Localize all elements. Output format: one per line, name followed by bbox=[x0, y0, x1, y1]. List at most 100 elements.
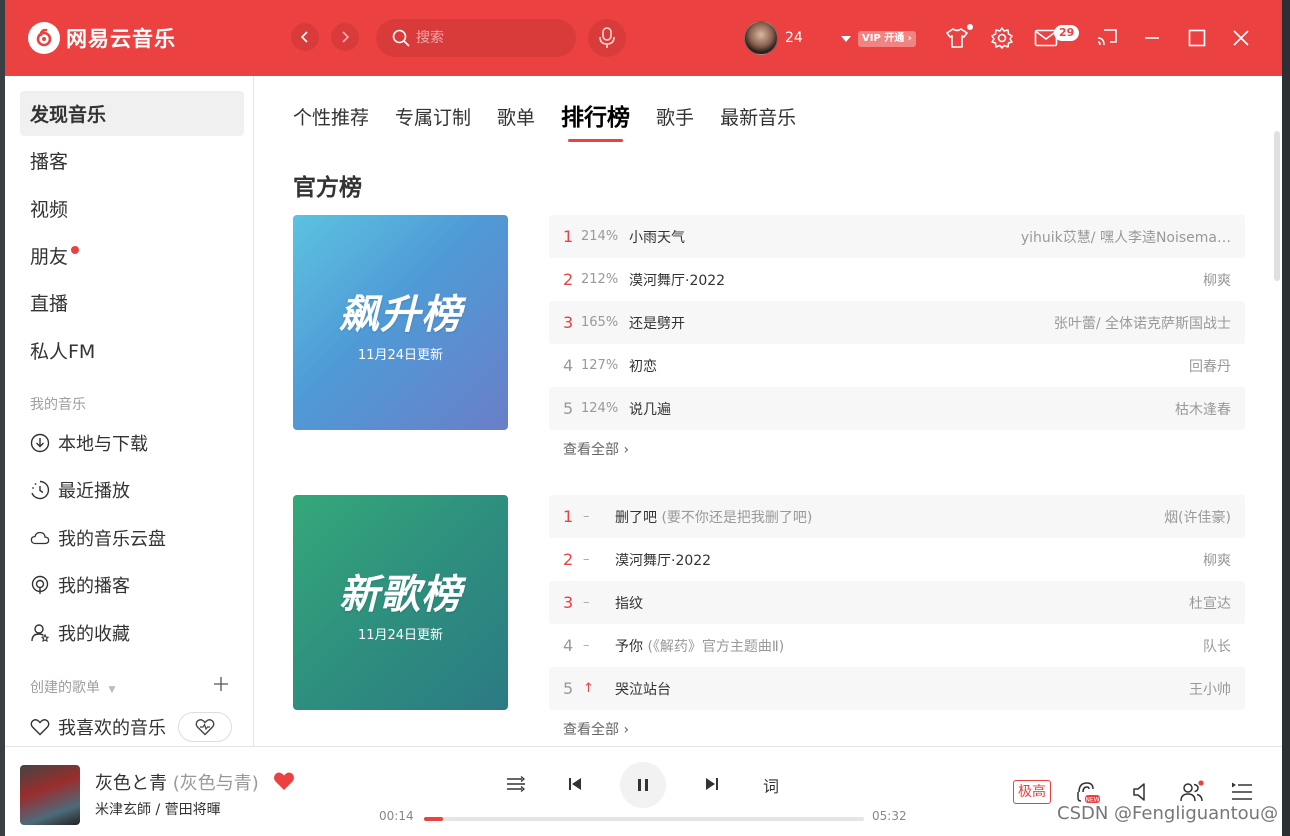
song-title-cell: 漠河舞厅·2022 bbox=[615, 550, 1203, 570]
tab-new-music[interactable]: 最新音乐 bbox=[720, 104, 796, 132]
tab-personal-recommend[interactable]: 个性推荐 bbox=[293, 104, 369, 132]
sidebar-item-label: 视频 bbox=[30, 199, 69, 221]
sidebar-item-cloud[interactable]: 我的音乐云盘 bbox=[30, 523, 166, 553]
sidebar-item-video[interactable]: 视频 bbox=[20, 186, 244, 231]
heart-outline-icon bbox=[30, 717, 50, 737]
sound-quality-button[interactable]: 极高 bbox=[1013, 780, 1051, 804]
chevron-left-icon bbox=[300, 31, 308, 43]
view-all-new-songs-link[interactable]: 查看全部 › bbox=[563, 719, 629, 739]
table-row[interactable]: 1 – 删了吧 (要不你还是把我删了吧) 烟(许佳豪) bbox=[549, 495, 1245, 538]
netease-logo-icon bbox=[28, 22, 60, 54]
heartbeat-mode-button[interactable] bbox=[178, 712, 232, 742]
song-title-cell: 予你 (《解药》官方主题曲Ⅱ) bbox=[615, 636, 1203, 656]
search-input[interactable] bbox=[416, 30, 566, 46]
table-row[interactable]: 5 124% 说几遍 枯木逢春 bbox=[549, 387, 1245, 430]
table-row[interactable]: 2 212% 漠河舞厅·2022 柳爽 bbox=[549, 258, 1245, 301]
artist-name[interactable]: yihuik苡慧/ 嘿人李逵Noisema… bbox=[1021, 227, 1231, 247]
song-name: 灰色と青 bbox=[95, 773, 167, 794]
sidebar-item-label: 朋友 bbox=[30, 246, 69, 268]
minimize-button[interactable] bbox=[1140, 26, 1164, 50]
artist-name[interactable]: 张叶蕾/ 全体诺克萨斯国战士 bbox=[1054, 313, 1231, 333]
song-name: 初恋 bbox=[629, 358, 657, 375]
rank-trend: – bbox=[583, 552, 590, 567]
progress-bar[interactable] bbox=[424, 817, 864, 821]
forward-button[interactable] bbox=[331, 23, 359, 51]
collection-icon bbox=[30, 623, 50, 643]
tab-exclusive[interactable]: 专属订制 bbox=[395, 104, 471, 132]
mini-mode-button[interactable] bbox=[1095, 26, 1119, 50]
table-row[interactable]: 1 214% 小雨天气 yihuik苡慧/ 嘿人李逵Noisema… bbox=[549, 215, 1245, 258]
sidebar-item-podcast[interactable]: 播客 bbox=[20, 138, 244, 183]
table-row[interactable]: 3 – 指纹 杜宣达 bbox=[549, 581, 1245, 624]
view-all-soaring-link[interactable]: 查看全部 › bbox=[563, 439, 629, 459]
sidebar-item-collection[interactable]: 我的收藏 bbox=[30, 618, 130, 648]
voice-search-button[interactable] bbox=[588, 19, 626, 57]
sidebar-item-personal-fm[interactable]: 私人FM bbox=[20, 328, 244, 373]
previous-track-button[interactable] bbox=[563, 772, 587, 796]
song-name: 予你 bbox=[615, 638, 643, 655]
table-row[interactable]: 4 127% 初恋 回春丹 bbox=[549, 344, 1245, 387]
artist-name[interactable]: 柳爽 bbox=[1203, 550, 1231, 570]
sidebar-item-my-podcast[interactable]: 我的播客 bbox=[30, 570, 130, 600]
listen-together-button[interactable] bbox=[1179, 779, 1205, 805]
user-avatar[interactable] bbox=[744, 21, 778, 55]
artist-name[interactable]: 王小帅 bbox=[1189, 679, 1231, 699]
app-logo[interactable]: 网易云音乐 bbox=[28, 22, 176, 54]
table-row[interactable]: 4 – 予你 (《解药》官方主题曲Ⅱ) 队长 bbox=[549, 624, 1245, 667]
maximize-icon bbox=[1188, 29, 1206, 47]
skin-button[interactable] bbox=[945, 24, 973, 50]
chart-cover-soaring[interactable]: 飙升榜 11月24日更新 bbox=[293, 215, 508, 430]
tab-playlists[interactable]: 歌单 bbox=[497, 104, 535, 132]
expand-caret-icon: ▼ bbox=[108, 685, 116, 695]
table-row[interactable]: 2 – 漠河舞厅·2022 柳爽 bbox=[549, 538, 1245, 581]
rank-trend: – bbox=[583, 638, 590, 653]
rank-trend-up-icon: ↑ bbox=[583, 681, 594, 696]
album-cover[interactable] bbox=[20, 765, 80, 825]
main-scrollbar[interactable] bbox=[1274, 131, 1280, 281]
artist-name[interactable]: 烟(许佳豪) bbox=[1164, 507, 1231, 527]
play-pause-button[interactable] bbox=[620, 762, 666, 808]
sidebar-item-local-download[interactable]: 本地与下载 bbox=[30, 428, 148, 458]
artist-name[interactable]: 杜宣达 bbox=[1189, 593, 1231, 613]
tab-artists[interactable]: 歌手 bbox=[656, 104, 694, 132]
sidebar-item-live[interactable]: 直播 bbox=[20, 280, 244, 325]
user-menu-caret-icon[interactable] bbox=[841, 36, 851, 42]
maximize-button[interactable] bbox=[1185, 26, 1209, 50]
close-button[interactable] bbox=[1229, 26, 1253, 50]
like-heart-icon[interactable] bbox=[273, 771, 295, 791]
sidebar-item-recent[interactable]: 最近播放 bbox=[30, 475, 130, 505]
sidebar-item-discover[interactable]: 发现音乐 bbox=[20, 91, 244, 136]
friends-notification-dot bbox=[71, 245, 80, 254]
tab-charts[interactable]: 排行榜 bbox=[561, 104, 630, 142]
next-track-button[interactable] bbox=[700, 772, 724, 796]
artist-name[interactable]: 回春丹 bbox=[1189, 356, 1231, 376]
rank-number: 1 bbox=[563, 227, 574, 246]
sidebar-item-liked-music[interactable]: 我喜欢的音乐 bbox=[30, 712, 232, 742]
playlist-queue-button[interactable] bbox=[1229, 779, 1255, 805]
artist-name[interactable]: 枯木逢春 bbox=[1175, 399, 1231, 419]
song-alias: (灰色与青) bbox=[167, 773, 259, 794]
rank-change-percent: 212% bbox=[581, 272, 619, 287]
table-row[interactable]: 5 ↑ 哭泣站台 王小帅 bbox=[549, 667, 1245, 710]
username[interactable]: 24 bbox=[785, 30, 803, 46]
now-playing-artist[interactable]: 米津玄師 / 菅田将暉 bbox=[95, 799, 221, 819]
now-playing-title[interactable]: 灰色と青 (灰色与青) bbox=[95, 769, 259, 795]
chart-cover-new-songs[interactable]: 新歌榜 11月24日更新 bbox=[293, 495, 508, 710]
artist-name[interactable]: 柳爽 bbox=[1203, 270, 1231, 290]
artist-name[interactable]: 队长 bbox=[1203, 636, 1231, 656]
volume-button[interactable] bbox=[1129, 779, 1155, 805]
sidebar-item-label: 发现音乐 bbox=[30, 104, 107, 126]
add-playlist-icon[interactable] bbox=[213, 676, 229, 692]
vip-badge[interactable]: VIP 开通 › bbox=[858, 31, 916, 47]
search-box[interactable] bbox=[376, 19, 576, 57]
created-playlists-header[interactable]: 创建的歌单 ▼ bbox=[30, 677, 115, 697]
lyrics-button[interactable]: 词 bbox=[763, 773, 779, 797]
sidebar-item-friends[interactable]: 朋友 bbox=[20, 233, 244, 278]
table-row[interactable]: 3 165% 还是劈开 张叶蕾/ 全体诺克萨斯国战士 bbox=[549, 301, 1245, 344]
play-order-button[interactable] bbox=[504, 772, 528, 796]
sound-effect-button[interactable]: NEW bbox=[1075, 779, 1101, 805]
rank-number: 4 bbox=[563, 636, 574, 655]
back-button[interactable] bbox=[291, 23, 319, 51]
rank-number: 2 bbox=[563, 550, 574, 569]
settings-button[interactable] bbox=[990, 26, 1014, 50]
